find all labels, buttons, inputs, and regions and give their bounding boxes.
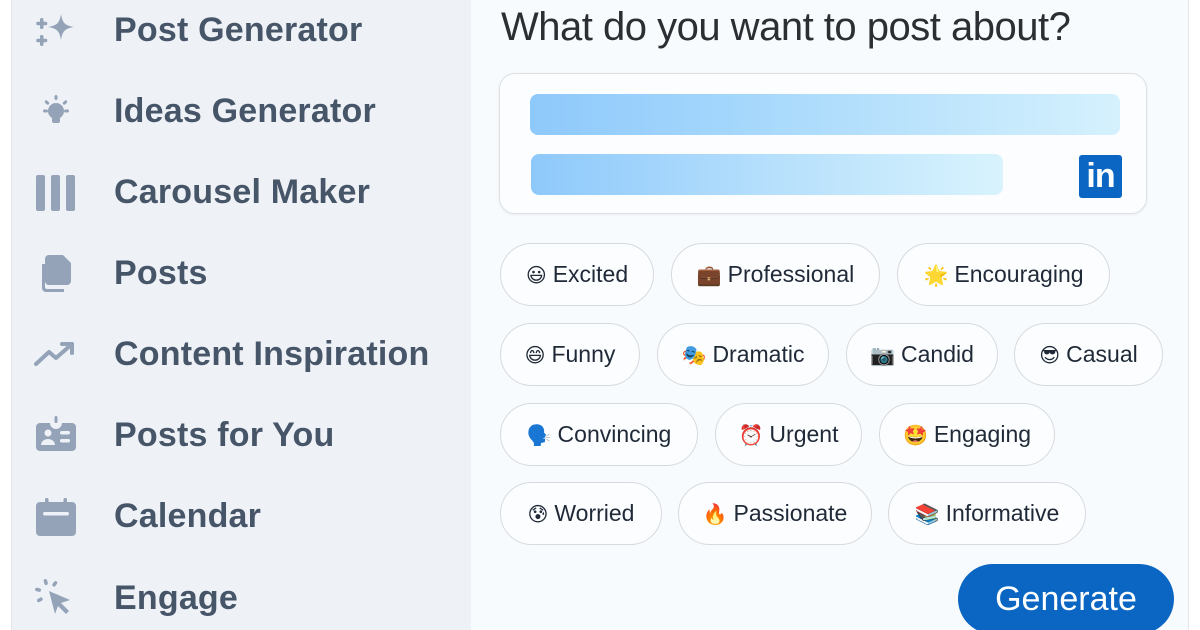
sidebar-item-content-inspiration[interactable]: Content Inspiration [12, 324, 471, 384]
tone-chip-label: Engaging [933, 421, 1032, 447]
post-generator-panel: What do you want to post about? in 😃 Exc… [471, 0, 1188, 630]
trending-up-icon [34, 332, 78, 376]
star-icon: 🌟 [923, 262, 949, 287]
tone-chip-label: Dramatic [712, 341, 805, 367]
sidebar-item-label: Content Inspiration [114, 334, 430, 373]
tone-chip-passionate[interactable]: 🔥 Passionate [678, 482, 872, 545]
tone-chip-casual[interactable]: 😎 Casual [1014, 323, 1163, 386]
smiling-face-icon: 😄 [524, 342, 546, 367]
tone-chip-urgent[interactable]: ⏰ Urgent [715, 403, 862, 466]
sidebar-item-engage[interactable]: Engage [12, 568, 471, 628]
tone-chip-label: Informative [945, 500, 1060, 526]
speaking-head-icon: 🗣️ [526, 422, 552, 447]
tone-chip-label: Casual [1066, 341, 1138, 367]
id-badge-icon [34, 413, 78, 457]
tone-chip-label: Professional [727, 261, 855, 287]
grinning-face-icon: 😃 [525, 262, 547, 287]
tone-chip-engaging[interactable]: 🤩 Engaging [879, 403, 1055, 466]
tone-chip-encouraging[interactable]: 🌟 Encouraging [897, 243, 1110, 306]
camera-icon: 📷 [870, 342, 895, 367]
tone-chip-label: Convincing [557, 421, 672, 447]
tone-chip-professional[interactable]: 💼 Professional [671, 243, 880, 306]
linkedin-icon: in [1079, 155, 1122, 198]
tone-chip-excited[interactable]: 😃 Excited [500, 243, 654, 306]
alarm-clock-icon: ⏰ [738, 422, 764, 447]
tone-chip-informative[interactable]: 📚 Informative [888, 482, 1086, 545]
tone-chip-candid[interactable]: 📷 Candid [846, 323, 998, 386]
tone-chip-worried[interactable]: 😰 Worried [500, 482, 662, 545]
tone-chip-convincing[interactable]: 🗣️ Convincing [500, 403, 698, 466]
sidebar-item-posts-for-you[interactable]: Posts for You [12, 405, 471, 465]
topic-input[interactable]: in [499, 73, 1147, 214]
tone-chip-label: Funny [551, 341, 616, 367]
tone-chip-funny[interactable]: 😄 Funny [500, 323, 640, 386]
sidebar-item-ideas-generator[interactable]: Ideas Generator [12, 81, 471, 141]
sidebar-item-label: Post Generator [114, 10, 363, 49]
lightbulb-icon [34, 89, 78, 133]
placeholder-line [530, 94, 1120, 135]
books-icon: 📚 [914, 501, 940, 526]
fire-icon: 🔥 [702, 501, 728, 526]
sidebar-item-label: Posts for You [114, 415, 335, 454]
sidebar-item-label: Carousel Maker [114, 172, 371, 211]
page-title: What do you want to post about? [501, 5, 1071, 49]
sidebar-item-label: Ideas Generator [114, 91, 376, 130]
sunglasses-face-icon: 😎 [1039, 342, 1061, 367]
cursor-click-icon [34, 576, 78, 620]
star-struck-icon: 🤩 [902, 422, 928, 447]
sidebar-item-post-generator[interactable]: Post Generator [12, 0, 471, 60]
sparkles-icon [34, 8, 78, 52]
tone-chip-label: Passionate [733, 500, 848, 526]
generate-button[interactable]: Generate [958, 564, 1174, 630]
anxious-face-icon: 😰 [527, 501, 549, 526]
sidebar: Post Generator Ideas Generator Carousel … [12, 0, 471, 630]
sidebar-item-carousel-maker[interactable]: Carousel Maker [12, 162, 471, 222]
tone-chip-label: Excited [552, 261, 629, 287]
sidebar-item-label: Engage [114, 578, 239, 617]
sidebar-item-calendar[interactable]: Calendar [12, 486, 471, 546]
sidebar-item-posts[interactable]: Posts [12, 243, 471, 303]
tone-chip-label: Worried [554, 500, 635, 526]
documents-icon [34, 251, 78, 295]
briefcase-icon: 💼 [696, 262, 722, 287]
tone-chip-dramatic[interactable]: 🎭 Dramatic [657, 323, 829, 386]
tone-chip-label: Urgent [769, 421, 839, 447]
columns-icon [34, 170, 78, 214]
sidebar-item-label: Calendar [114, 496, 262, 535]
tone-chip-label: Encouraging [954, 261, 1084, 287]
placeholder-line [531, 154, 1003, 195]
sidebar-item-label: Posts [114, 253, 208, 292]
theater-masks-icon: 🎭 [681, 342, 707, 367]
calendar-icon [34, 494, 78, 538]
app-card: Post Generator Ideas Generator Carousel … [11, 0, 1189, 630]
tone-chip-label: Candid [901, 341, 974, 367]
